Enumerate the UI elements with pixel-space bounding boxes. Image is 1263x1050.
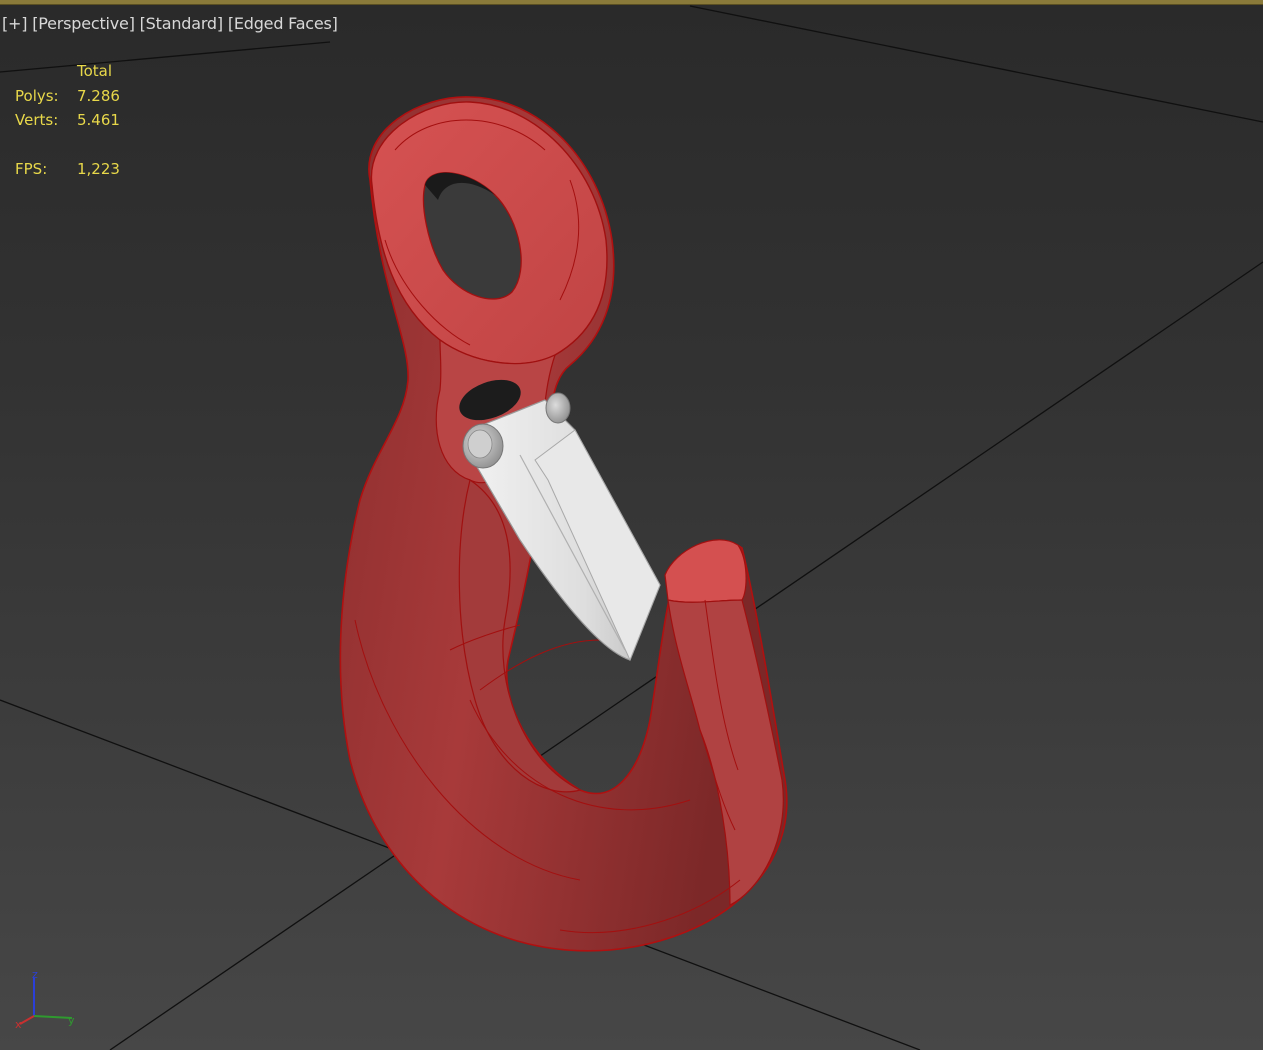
- axis-y-line: [33, 1015, 73, 1019]
- grid-line: [0, 41, 331, 73]
- hook-tip-face: [664, 539, 747, 603]
- viewport-menu-view[interactable]: [Perspective]: [32, 14, 135, 33]
- axis-x-label: x: [15, 1018, 22, 1031]
- viewport-menu-display[interactable]: [Edged Faces]: [228, 14, 338, 33]
- crane-hook-model[interactable]: [339, 96, 788, 952]
- stats-polys-value: 7.286: [77, 87, 120, 105]
- perspective-viewport[interactable]: [+] [Perspective] [Standard] [Edged Face…: [0, 0, 1263, 1050]
- scene-canvas[interactable]: [0, 0, 1263, 1050]
- viewport-label-menu: [+] [Perspective] [Standard] [Edged Face…: [2, 14, 338, 33]
- stats-fps-label: FPS:: [15, 160, 48, 178]
- grid-line: [689, 5, 1263, 123]
- axis-z-label: z: [32, 968, 38, 981]
- stats-verts-label: Verts:: [15, 111, 59, 129]
- stats-fps-value: 1,223: [77, 160, 120, 178]
- viewport-menu-shading[interactable]: [Standard]: [140, 14, 223, 33]
- stats-verts-value: 5.461: [77, 111, 120, 129]
- stats-polys-label: Polys:: [15, 87, 59, 105]
- latch-pin-back: [545, 392, 571, 424]
- latch-pin-front-cap: [467, 429, 493, 459]
- axis-x-line: [19, 1015, 35, 1025]
- viewport-menu-plus[interactable]: [+]: [2, 14, 27, 33]
- axis-tripod-gizmo: z y x: [15, 968, 75, 1031]
- stats-total-header: Total: [77, 62, 113, 80]
- axis-y-label: y: [68, 1014, 75, 1027]
